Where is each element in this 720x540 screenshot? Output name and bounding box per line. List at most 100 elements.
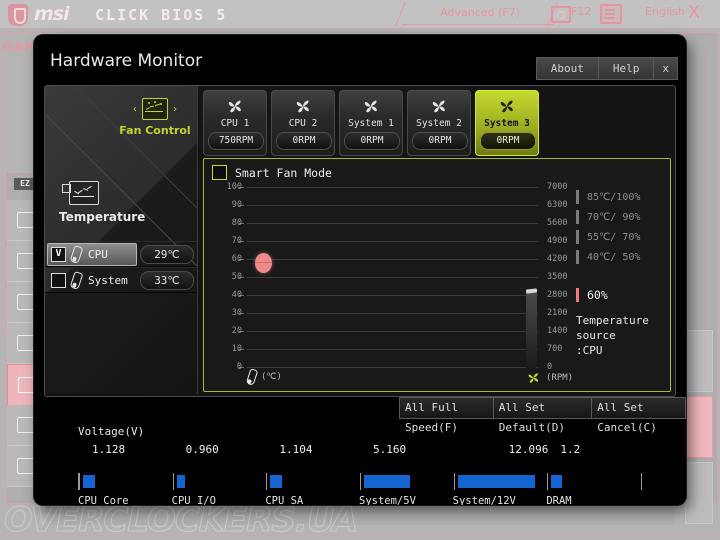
voltage-bar-fill bbox=[176, 475, 186, 488]
sidebar-item-temperature-label: Temperature bbox=[59, 210, 146, 224]
voltage-bar-fill bbox=[83, 475, 96, 488]
voltage-bar-fill bbox=[270, 475, 282, 488]
temp-axis-tick-label: 100 bbox=[226, 182, 242, 192]
hardware-monitor-dialog: Hardware Monitor About Help x ‹ › Fan Co… bbox=[34, 35, 686, 505]
voltage-value: 1.128 bbox=[92, 443, 126, 456]
favorites-list-icon[interactable] bbox=[600, 4, 622, 24]
voltage-label: DRAM bbox=[546, 495, 572, 505]
temperature-axis-unit: (℃) bbox=[261, 372, 282, 382]
bios-brand-subtext: CLICK BIOS 5 bbox=[95, 6, 228, 24]
action-button-group: All Full Speed(F) All Set Default(D) All… bbox=[399, 397, 686, 434]
fan-tab-system-2-label: System 2 bbox=[416, 118, 462, 129]
legend-point-1-label: 85℃/100% bbox=[587, 191, 641, 203]
legend-point-4: 40℃/ 50% bbox=[576, 247, 668, 267]
voltage-value: 12.096 bbox=[508, 443, 549, 456]
temperature-axis-legend: (℃) bbox=[245, 368, 282, 386]
voltage-values-row: 1.128 0.960 1.104 5.160 12.096 1.2 bbox=[44, 443, 674, 463]
temp-axis-tick-label: 80 bbox=[231, 218, 242, 228]
fan-tab-cpu-1-rpm: 750RPM bbox=[208, 132, 264, 150]
gridline bbox=[247, 277, 538, 278]
curve-legend: 85℃/100% 70℃/ 90% 55℃/ 70% 40℃/ 50% 60% bbox=[576, 187, 668, 358]
bg-right-item-2-active[interactable] bbox=[685, 396, 713, 458]
gridline bbox=[247, 187, 538, 188]
fan-tab-cpu-1-label: CPU 1 bbox=[220, 118, 250, 129]
fan-tab-cpu-1[interactable]: CPU 1 750RPM bbox=[203, 90, 267, 156]
fan-tab-system-2-rpm: 0RPM bbox=[412, 132, 468, 150]
voltage-bar-segment bbox=[360, 473, 455, 490]
next-arrow-icon[interactable]: › bbox=[172, 104, 178, 115]
gridline bbox=[247, 259, 538, 260]
fan-tab-system-3[interactable]: System 3 0RPM bbox=[475, 90, 539, 161]
voltage-bar-fill bbox=[364, 475, 410, 488]
sensor-system-checkbox[interactable] bbox=[51, 272, 66, 288]
legend-point-2-label: 70℃/ 90% bbox=[587, 211, 641, 223]
gridline bbox=[247, 349, 538, 350]
fan-curve-point[interactable] bbox=[255, 252, 272, 273]
legend-marker bbox=[576, 190, 579, 204]
bg-right-item-1[interactable] bbox=[685, 330, 713, 392]
sidebar-item-temperature[interactable]: Temperature bbox=[59, 181, 169, 224]
fan-tab-system-1[interactable]: System 1 0RPM bbox=[339, 90, 403, 156]
gridline bbox=[247, 313, 538, 314]
prev-arrow-icon[interactable]: ‹ bbox=[132, 104, 138, 115]
temp-axis-tick-label: 20 bbox=[231, 326, 242, 336]
rpm-axis-unit: (RPM) bbox=[546, 373, 574, 383]
legend-current-duty-label: 60% bbox=[587, 288, 608, 302]
bg-ez-mode-button[interactable]: EZ bbox=[14, 178, 36, 190]
fan-curve-plot[interactable]: 100 7000 90 6300 80 5600 70 4900 60 4200 50 3500 40 2… bbox=[227, 182, 568, 372]
fan-tab-cpu-2[interactable]: CPU 2 0RPM bbox=[271, 90, 335, 156]
screenshot-camera-icon[interactable] bbox=[551, 6, 571, 23]
about-button[interactable]: About bbox=[535, 57, 598, 80]
bg-right-item-3[interactable] bbox=[685, 462, 713, 524]
overclockers-watermark: OVERCLOCKERS.UA bbox=[4, 500, 359, 540]
msi-brand-text: msi bbox=[34, 3, 70, 25]
fan-icon bbox=[364, 100, 377, 113]
rpm-level-indicator bbox=[526, 292, 537, 368]
voltage-label: System/12V bbox=[452, 495, 516, 505]
smart-fan-mode-row[interactable]: Smart Fan Mode bbox=[212, 165, 332, 180]
voltage-value: 1.104 bbox=[279, 443, 313, 456]
thermometer-icon bbox=[69, 270, 84, 290]
sensor-cpu-label: CPU bbox=[88, 247, 108, 261]
sensor-cpu-checkbox[interactable]: V bbox=[51, 246, 66, 262]
gridline bbox=[247, 367, 538, 368]
fan-tab-cpu-2-rpm: 0RPM bbox=[276, 132, 332, 150]
rpm-axis-legend: (RPM) bbox=[526, 371, 573, 385]
legend-current-duty: 60% bbox=[576, 285, 668, 305]
gridline bbox=[247, 223, 538, 224]
voltage-label: CPU Core bbox=[78, 495, 129, 505]
legend-marker bbox=[576, 250, 579, 264]
temp-axis-tick-label: 10 bbox=[231, 344, 242, 354]
legend-marker bbox=[576, 210, 579, 224]
sensor-row-cpu[interactable]: V CPU 29℃ bbox=[45, 241, 197, 267]
all-set-cancel-button[interactable]: All Set Cancel(C) bbox=[591, 397, 686, 434]
advanced-mode-button[interactable]: Advanced (F7) bbox=[395, 2, 560, 26]
temp-axis-tick-label: 90 bbox=[231, 200, 242, 210]
voltage-label: CPU SA bbox=[265, 495, 304, 505]
sensor-system-value: 33℃ bbox=[140, 271, 194, 290]
help-button[interactable]: Help bbox=[597, 57, 654, 80]
sidebar-item-fan-control[interactable]: ‹ › Fan Control bbox=[117, 98, 193, 137]
fan-tab-system-2[interactable]: System 2 0RPM bbox=[407, 90, 471, 156]
smart-fan-mode-checkbox[interactable] bbox=[212, 165, 227, 180]
all-set-default-button[interactable]: All Set Default(D) bbox=[492, 397, 592, 434]
monitor-inner-frame: ‹ › Fan Control Temperature V CPU 29℃ Sy… bbox=[44, 85, 676, 397]
voltage-section: Voltage(V) 1.128 0.960 1.104 5.160 12.096 1.2… bbox=[44, 425, 674, 505]
voltage-value: 1.2 bbox=[560, 443, 581, 456]
sensor-system-label: System bbox=[88, 273, 128, 287]
fan-tab-system-3-rpm: 0RPM bbox=[480, 132, 536, 150]
close-button[interactable]: x bbox=[653, 57, 678, 80]
voltage-bar-fill bbox=[551, 475, 562, 488]
legend-point-1: 85℃/100% bbox=[576, 187, 668, 207]
gridline bbox=[247, 241, 538, 242]
bios-close-icon[interactable]: X bbox=[688, 2, 700, 23]
voltage-label: System/5V bbox=[359, 495, 416, 505]
temp-axis-tick-label: 60 bbox=[231, 254, 242, 264]
all-full-speed-button[interactable]: All Full Speed(F) bbox=[399, 397, 493, 434]
language-selector[interactable]: English bbox=[645, 5, 685, 18]
legend-marker-current bbox=[576, 288, 579, 302]
sensor-row-system[interactable]: System 33℃ bbox=[45, 267, 197, 293]
fan-tab-system-3-label: System 3 bbox=[484, 118, 530, 129]
legend-point-3: 55℃/ 70% bbox=[576, 227, 668, 247]
sensor-cpu-value: 29℃ bbox=[140, 245, 194, 264]
